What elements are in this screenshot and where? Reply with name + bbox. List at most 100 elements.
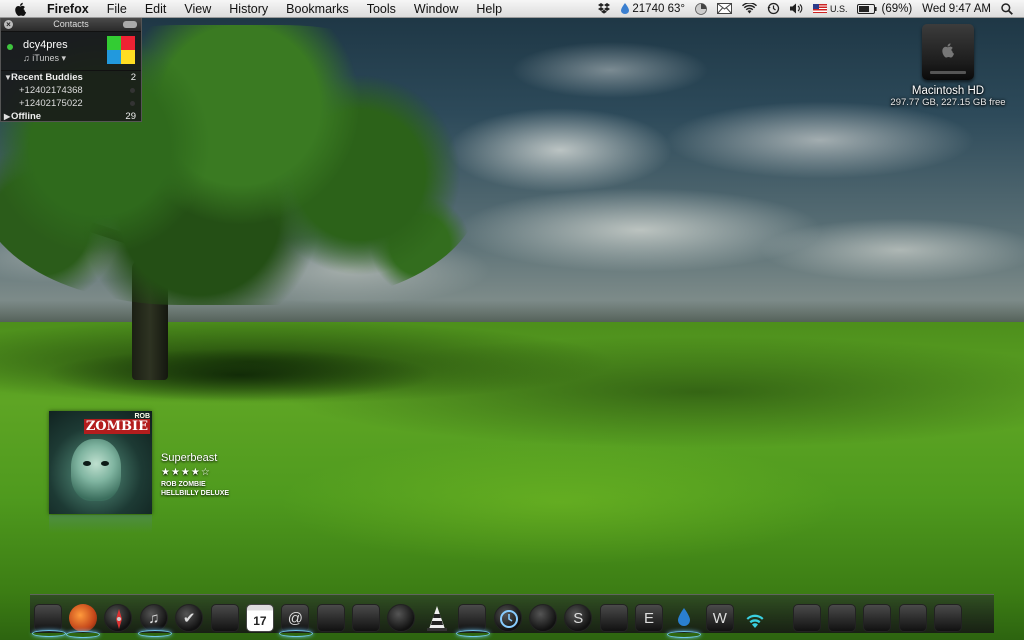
menu-window[interactable]: Window [405, 0, 467, 18]
s-letter-icon: S [573, 610, 584, 627]
volume-icon[interactable] [785, 3, 808, 14]
time-machine-status-icon[interactable] [762, 2, 785, 15]
group-recent-buddies[interactable]: ▼ Recent Buddies 2 [1, 71, 141, 84]
status-message-text: iTunes [32, 53, 59, 63]
track-rating-stars[interactable]: ★★★★☆ [161, 467, 211, 478]
music-note-icon: ♫ [23, 53, 33, 63]
battery-icon [857, 3, 878, 14]
album-cover[interactable]: ROB ZOMBIE [49, 411, 152, 514]
system-preferences-icon[interactable] [456, 604, 491, 637]
wireless-icon[interactable]: W [705, 604, 734, 632]
menu-bar: Firefox File Edit View History Bookmarks… [0, 0, 1024, 18]
online-status-icon[interactable] [7, 44, 13, 50]
wifi-icon[interactable] [741, 604, 769, 632]
buddy-item[interactable]: +12402175022 [1, 97, 141, 110]
mail-status-icon[interactable] [712, 3, 737, 14]
drive-name[interactable]: Macintosh HD [880, 85, 1016, 97]
activity-pie-icon[interactable] [690, 2, 712, 15]
menu-history[interactable]: History [220, 0, 277, 18]
music-note-icon: ♫ [148, 610, 160, 627]
dropbox-icon[interactable] [593, 3, 615, 14]
drive-info: 297.77 GB, 227.15 GB free [890, 97, 1006, 108]
cover-face [71, 439, 121, 501]
now-playing-widget: ROB ZOMBIE Superbeast ★★★★☆ ROB ZOMBIE H… [49, 411, 279, 533]
contacts-window: × Contacts dcy4pres ♫ iTunes ▾ ▼ Recent … [0, 18, 142, 122]
close-icon[interactable]: × [4, 20, 13, 29]
clock[interactable]: Wed 9:47 AM [917, 0, 996, 18]
menu-help[interactable]: Help [467, 0, 511, 18]
menu-edit[interactable]: Edit [136, 0, 176, 18]
contacts-username[interactable]: dcy4pres [23, 39, 68, 51]
photo-booth-icon[interactable] [316, 604, 345, 632]
macintosh-hd-desktop-item[interactable]: Macintosh HD 297.77 GB, 227.15 GB free [880, 24, 1016, 108]
spotlight-search-icon[interactable] [996, 2, 1018, 15]
w-letter-icon: W [712, 610, 727, 627]
buddy-status-icon [130, 101, 135, 106]
avatar[interactable] [107, 36, 135, 64]
skype-icon[interactable]: S [564, 604, 593, 632]
drive-slot [930, 71, 966, 74]
water-drop-icon[interactable] [667, 604, 702, 638]
trash-icon[interactable] [934, 604, 963, 632]
status-menus: 21740 63° U.S. (69%) Wed 9:47 AM [593, 0, 1024, 18]
ical-icon[interactable]: 17 [245, 604, 274, 632]
cover-eye [83, 461, 91, 466]
desktop-wallpaper [0, 0, 1024, 640]
input-source-label: U.S. [829, 3, 848, 14]
input-source-status[interactable]: U.S. [808, 0, 853, 18]
safari-icon[interactable] [104, 604, 133, 632]
buddy-name: +12402175022 [19, 98, 83, 109]
buddy-name: +12402174368 [19, 85, 83, 96]
text-edit-icon[interactable]: E [635, 604, 664, 632]
contacts-titlebar[interactable]: × Contacts [1, 18, 141, 32]
movies-stack-icon[interactable] [827, 604, 856, 632]
app-menu-firefox[interactable]: Firefox [38, 0, 98, 18]
hard-drive-icon[interactable] [922, 24, 974, 80]
group-offline[interactable]: ▶ Offline 29 [1, 110, 141, 123]
collapse-button[interactable] [123, 21, 137, 28]
us-flag-icon [812, 4, 827, 13]
wifi-status-icon[interactable] [737, 3, 762, 14]
cover-eye [101, 461, 109, 466]
downloads-stack-icon[interactable] [792, 604, 821, 632]
buddy-item[interactable]: +12402174368 [1, 84, 141, 97]
mail-icon[interactable]: ✔ [175, 604, 204, 632]
finder-icon[interactable] [31, 604, 66, 637]
dock: ♫ ✔ 17 @ S E W [30, 592, 994, 638]
group-name: Offline [11, 111, 42, 122]
contacts-title: Contacts [53, 19, 89, 29]
transmission-icon[interactable] [599, 604, 628, 632]
cover-text-main: ZOMBIE [83, 419, 150, 434]
menu-file[interactable]: File [98, 0, 136, 18]
time-machine-icon[interactable] [493, 604, 522, 632]
battery-status[interactable]: (69%) [852, 0, 917, 18]
vlc-icon[interactable] [423, 604, 451, 632]
e-letter-icon: E [644, 610, 655, 627]
running-indicator [31, 630, 66, 637]
pen-tool-icon[interactable] [387, 604, 416, 632]
menu-view[interactable]: View [175, 0, 220, 18]
preview-icon[interactable] [210, 604, 239, 632]
battery-percent: (69%) [881, 2, 913, 15]
address-book-icon[interactable]: @ [279, 604, 314, 637]
disclosure-triangle-open-icon: ▼ [4, 73, 12, 82]
tree-shadow [0, 340, 520, 410]
iphoto-icon[interactable] [352, 604, 381, 632]
menu-bookmarks[interactable]: Bookmarks [277, 0, 358, 18]
alarm-clock-icon[interactable] [528, 604, 557, 632]
running-indicator [137, 630, 172, 637]
disclosure-triangle-closed-icon: ▶ [4, 112, 11, 121]
firefox-icon[interactable] [66, 604, 101, 638]
raindrop-icon [621, 3, 630, 14]
menu-tools[interactable]: Tools [358, 0, 405, 18]
running-indicator [66, 631, 101, 638]
itunes-icon[interactable]: ♫ [137, 604, 172, 637]
documents-stack-icon[interactable] [898, 604, 927, 632]
contacts-status-message[interactable]: ♫ iTunes ▾ [23, 53, 66, 64]
weather-text: 21740 63° [632, 2, 685, 15]
applications-stack-icon[interactable] [863, 604, 892, 632]
weather-status[interactable]: 21740 63° [615, 0, 690, 18]
apple-menu-icon[interactable] [14, 2, 28, 16]
running-indicator [456, 630, 491, 637]
buddy-status-icon [130, 88, 135, 93]
